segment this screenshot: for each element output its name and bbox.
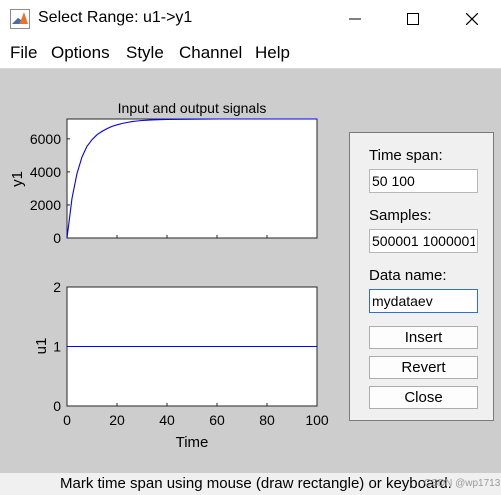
top-y-label: y1 xyxy=(9,171,26,187)
top-y-ticks: 0 2000 4000 6000 xyxy=(30,131,70,246)
menu-file[interactable]: File xyxy=(10,43,37,63)
top-axes-title: Input and output signals xyxy=(118,100,267,116)
samples-input[interactable] xyxy=(369,229,478,253)
time-span-label: Time span: xyxy=(369,147,443,164)
bottom-x-ticks: 0 20 40 60 80 100 xyxy=(63,403,329,428)
data-name-input[interactable] xyxy=(369,289,478,313)
close-icon xyxy=(466,13,478,25)
close-window-button[interactable] xyxy=(449,0,495,38)
bottom-x-tick-label: 80 xyxy=(259,412,275,428)
bottom-y-tick-label: 0 xyxy=(53,398,61,414)
bottom-x-label: Time xyxy=(176,434,209,451)
watermark-text: CSDN @wp1713... xyxy=(424,478,501,489)
status-bar: Mark time span using mouse (draw rectang… xyxy=(0,473,501,495)
data-name-label: Data name: xyxy=(369,267,447,284)
title-bar[interactable]: Select Range: u1->y1 xyxy=(0,0,501,38)
top-y-tick-label: 0 xyxy=(53,230,61,246)
minimize-icon xyxy=(349,18,361,20)
menu-help[interactable]: Help xyxy=(255,43,290,63)
menu-style[interactable]: Style xyxy=(126,43,164,63)
window-title: Select Range: u1->y1 xyxy=(38,9,193,26)
top-y-tick-label: 6000 xyxy=(30,131,61,147)
bottom-x-tick-label: 60 xyxy=(209,412,225,428)
plots-canvas: Input and output signals 0200040006000 y… xyxy=(9,100,329,451)
revert-button[interactable]: Revert xyxy=(369,356,478,379)
menu-options[interactable]: Options xyxy=(51,43,110,63)
maximize-button[interactable] xyxy=(390,0,436,38)
bottom-x-tick-label: 20 xyxy=(109,412,125,428)
bottom-x-tick-label: 100 xyxy=(305,412,329,428)
maximize-icon xyxy=(407,13,419,25)
matlab-icon xyxy=(10,9,30,29)
samples-label: Samples: xyxy=(369,207,432,224)
top-axes[interactable] xyxy=(66,118,318,239)
bottom-y-tick-label: 2 xyxy=(53,279,61,295)
close-button[interactable]: Close xyxy=(369,386,478,409)
bottom-x-tick-label: 0 xyxy=(63,412,71,428)
menu-bar: File Options Style Channel Help xyxy=(0,38,501,69)
top-y-tick-label: 4000 xyxy=(30,164,61,180)
range-panel: Time span: Samples: Data name: Insert Re… xyxy=(349,132,494,421)
bottom-y-label: u1 xyxy=(33,338,50,355)
insert-button[interactable]: Insert xyxy=(369,326,478,349)
bottom-x-tick-label: 40 xyxy=(159,412,175,428)
top-y-tick-label: 2000 xyxy=(30,197,61,213)
menu-channel[interactable]: Channel xyxy=(179,43,242,63)
bottom-y-tick-label: 1 xyxy=(53,339,61,355)
minimize-button[interactable] xyxy=(332,0,378,38)
status-text: Mark time span using mouse (draw rectang… xyxy=(60,475,452,492)
time-span-input[interactable] xyxy=(369,169,478,193)
